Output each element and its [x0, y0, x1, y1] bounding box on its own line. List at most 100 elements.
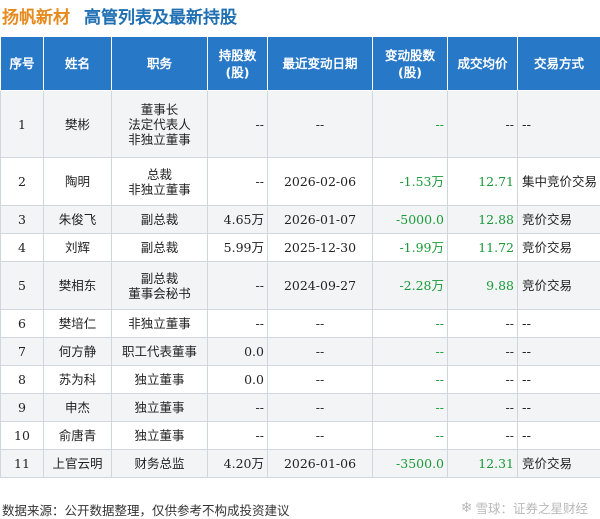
row-method: 竞价交易	[517, 261, 600, 310]
page-title: 高管列表及最新持股	[84, 7, 237, 28]
row-method: 集中竞价交易	[517, 157, 600, 206]
row-price: --	[447, 337, 518, 366]
row-price: 12.31	[447, 449, 518, 478]
row-change: -1.99万	[372, 233, 448, 262]
row-position: 独立董事	[111, 421, 208, 450]
row-number: 5	[0, 261, 44, 310]
row-price: --	[447, 393, 518, 422]
row-change: --	[372, 90, 448, 158]
snowball-icon: ❄	[460, 499, 473, 516]
row-change: --	[372, 365, 448, 394]
row-holdings: --	[207, 90, 268, 158]
row-position: 董事长 法定代表人 非独立董事	[111, 90, 208, 158]
table-row: 4 刘辉 副总裁 5.99万 2025-12-30 -1.99万 11.72 竞价交易	[0, 233, 600, 262]
row-name: 朱俊飞	[43, 205, 112, 234]
row-position: 非独立董事	[111, 309, 208, 338]
table-row: 10 俞唐青 独立董事 -- -- -- -- --	[0, 421, 600, 450]
row-price: --	[447, 90, 518, 158]
row-method: --	[517, 337, 600, 366]
row-price: --	[447, 309, 518, 338]
row-number: 4	[0, 233, 44, 262]
row-date: 2026-01-06	[267, 449, 373, 478]
row-number: 2	[0, 157, 44, 206]
page-header: 扬帆新材 高管列表及最新持股	[0, 0, 600, 30]
row-price: 12.88	[447, 205, 518, 234]
company-name: 扬帆新材	[2, 7, 70, 28]
row-method: 竞价交易	[517, 449, 600, 478]
row-change: -1.53万	[372, 157, 448, 206]
table-row: 8 苏为科 独立董事 0.0 -- -- -- --	[0, 365, 600, 394]
header-col-method: 交易方式	[517, 36, 600, 91]
brand-mark: ❄ 雪球：证券之星财经	[461, 498, 588, 517]
row-date: --	[267, 90, 373, 158]
row-name: 申杰	[43, 393, 112, 422]
header-col-position: 职务	[111, 36, 208, 91]
row-number: 9	[0, 393, 44, 422]
row-position: 副总裁	[111, 205, 208, 234]
table-row: 5 樊相东 副总裁 董事会秘书 -- 2024-09-27 -2.28万 9.88 竞价交易	[0, 261, 600, 310]
row-date: --	[267, 421, 373, 450]
row-method: 竞价交易	[517, 233, 600, 262]
row-date: --	[267, 365, 373, 394]
row-method: --	[517, 365, 600, 394]
row-method: 竞价交易	[517, 205, 600, 234]
row-date: --	[267, 337, 373, 366]
row-name: 樊相东	[43, 261, 112, 310]
row-position: 独立董事	[111, 365, 208, 394]
row-number: 6	[0, 309, 44, 338]
row-name: 何方静	[43, 337, 112, 366]
row-name: 樊彬	[43, 90, 112, 158]
row-holdings: --	[207, 157, 268, 206]
row-position: 财务总监	[111, 449, 208, 478]
row-date: 2026-02-06	[267, 157, 373, 206]
executive-table: 序号 姓名 职务 持股数 (股) 最近变动日期 变动股数 (股) 成交均价 交易方式 1 樊彬董…	[0, 36, 600, 478]
row-name: 樊培仁	[43, 309, 112, 338]
row-price: --	[447, 421, 518, 450]
row-holdings: 5.99万	[207, 233, 268, 262]
row-position: 独立董事	[111, 393, 208, 422]
row-holdings: 4.20万	[207, 449, 268, 478]
row-change: --	[372, 393, 448, 422]
header-col-name: 姓名	[43, 36, 112, 91]
row-position: 职工代表董事	[111, 337, 208, 366]
table-row: 7 何方静 职工代表董事 0.0 -- -- -- --	[0, 337, 600, 366]
header-col-holdings: 持股数 (股)	[207, 36, 268, 91]
header-col-change: 变动股数 (股)	[372, 36, 448, 91]
header-col-date: 最近变动日期	[267, 36, 373, 91]
table-row: 1 樊彬 董事长 法定代表人 非独立董事 -- -- -- -- --	[0, 90, 600, 158]
row-price: 9.88	[447, 261, 518, 310]
row-number: 8	[0, 365, 44, 394]
row-number: 7	[0, 337, 44, 366]
row-method: --	[517, 90, 600, 158]
row-position: 副总裁	[111, 233, 208, 262]
row-holdings: 4.65万	[207, 205, 268, 234]
row-method: --	[517, 421, 600, 450]
row-change: -5000.0	[372, 205, 448, 234]
header-col-price: 成交均价	[447, 36, 518, 91]
row-name: 苏为科	[43, 365, 112, 394]
row-name: 刘辉	[43, 233, 112, 262]
row-holdings: 0.0	[207, 365, 268, 394]
table-header-row: 序号 姓名 职务 持股数 (股) 最近变动日期 变动股数 (股) 成交均价 交易方式	[0, 36, 600, 91]
row-holdings: 0.0	[207, 337, 268, 366]
row-holdings: --	[207, 421, 268, 450]
table-row: 9 申杰 独立董事 -- -- -- -- --	[0, 393, 600, 422]
table-row: 11 上官云明 财务总监 4.20万 2026-01-06 -3500.0 12.31 竞价交…	[0, 449, 600, 478]
row-change: -3500.0	[372, 449, 448, 478]
data-source-note: 数据来源：公开数据整理，仅供参考不构成投资建议	[2, 503, 290, 518]
row-price: 11.72	[447, 233, 518, 262]
row-number: 3	[0, 205, 44, 234]
row-change: --	[372, 309, 448, 338]
row-date: 2025-12-30	[267, 233, 373, 262]
row-date: --	[267, 309, 373, 338]
row-date: 2024-09-27	[267, 261, 373, 310]
header-col-no: 序号	[0, 36, 44, 91]
row-method: --	[517, 393, 600, 422]
table-row: 6 樊培仁 非独立董事 -- -- -- -- --	[0, 309, 600, 338]
row-position: 总裁 非独立董事	[111, 157, 208, 206]
row-number: 10	[0, 421, 44, 450]
brand-text: 雪球：证券之星财经	[475, 501, 588, 516]
row-change: --	[372, 421, 448, 450]
row-method: --	[517, 309, 600, 338]
row-holdings: --	[207, 393, 268, 422]
